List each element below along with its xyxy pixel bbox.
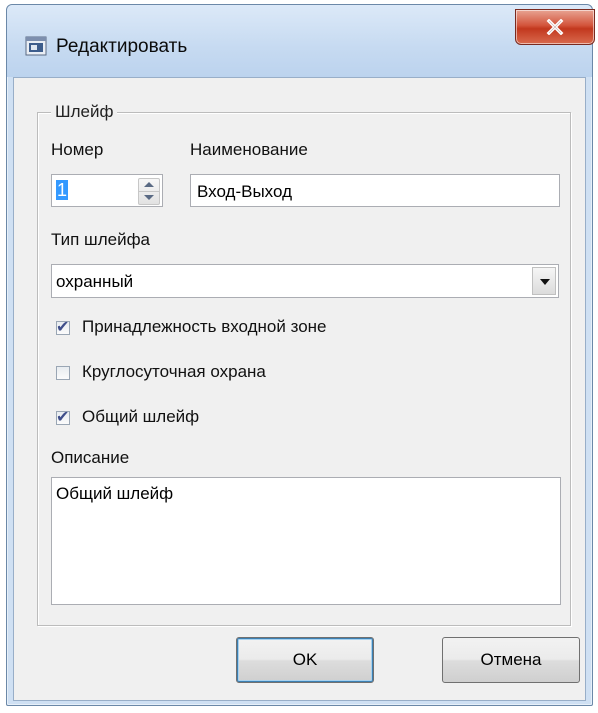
spin-up-icon[interactable] [144,182,154,187]
type-label: Тип шлейфа [51,230,151,249]
close-button[interactable] [515,9,595,45]
ok-button[interactable]: OK [236,637,374,683]
dropdown-arrow-icon[interactable] [532,267,556,295]
cancel-button[interactable]: Отмена [442,637,580,683]
24h-guard-label[interactable]: Круглосуточная охрана [82,362,266,382]
description-textarea[interactable]: Общий шлейф [51,477,561,605]
checkmark-icon: ✔ [56,317,70,336]
entry-zone-label[interactable]: Принадлежность входной зоне [82,317,327,337]
type-selected-value: охранный [56,272,134,291]
dialog-window: Редактировать Шлейф Номер Наименование 1… [6,4,595,706]
spin-down-icon[interactable] [144,195,154,200]
checkmark-icon: ✔ [56,407,70,426]
app-window-icon [25,36,47,56]
name-input[interactable]: Вход-Выход [190,174,560,207]
checkbox-entry-zone[interactable]: ✔ [56,317,70,336]
close-x-icon [546,19,564,35]
title-bar[interactable]: Редактировать [7,5,592,77]
description-label: Описание [51,448,130,467]
spin-buttons[interactable] [138,178,160,205]
checkbox-common-loop[interactable]: ✔ [56,407,70,426]
number-stepper[interactable]: 1 [51,174,163,207]
name-label: Наименование [190,140,308,159]
window-title: Редактировать [56,36,188,57]
number-value: 1 [56,180,69,200]
dialog-client-area: Шлейф Номер Наименование 1 Вход-Выход Ти… [13,77,586,701]
common-loop-label[interactable]: Общий шлейф [82,407,199,427]
type-select[interactable]: охранный [51,264,559,298]
checkbox-24h-guard[interactable] [56,366,70,380]
number-label: Номер [51,140,104,159]
groupbox-title: Шлейф [51,102,118,122]
